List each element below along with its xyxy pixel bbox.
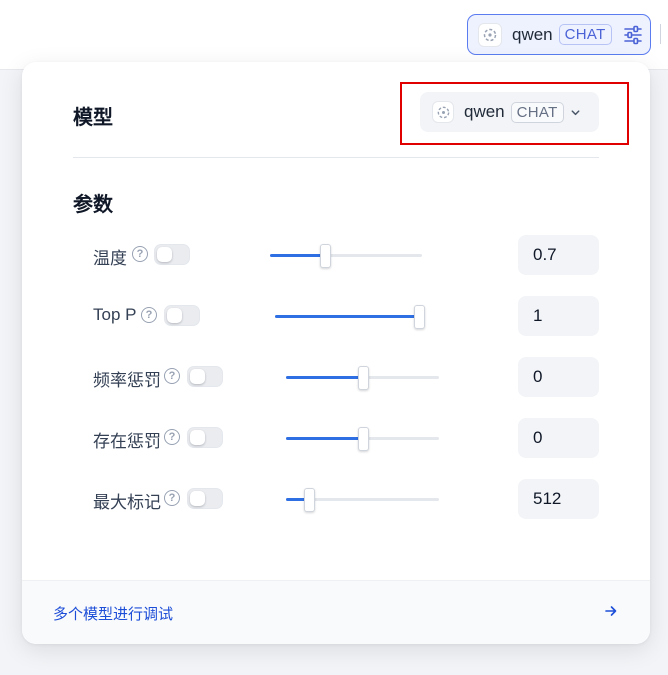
- sliders-icon: [623, 25, 643, 45]
- selected-model-tag: CHAT: [510, 101, 564, 123]
- param-label: 温度: [93, 249, 127, 268]
- help-icon[interactable]: ?: [141, 307, 157, 323]
- param-value-input[interactable]: 1: [518, 296, 599, 336]
- multi-model-debug-link[interactable]: 多个模型进行调试: [53, 603, 173, 624]
- top-divider: [660, 24, 661, 44]
- model-icon: [432, 101, 454, 123]
- param-slider[interactable]: [286, 488, 439, 512]
- slider-thumb[interactable]: [304, 488, 315, 512]
- slider-thumb[interactable]: [358, 366, 369, 390]
- param-slider[interactable]: [275, 305, 425, 329]
- param-row-temperature: 温度 ? 0.7: [22, 235, 650, 275]
- slider-thumb[interactable]: [414, 305, 425, 329]
- model-icon: [478, 22, 502, 47]
- param-row-top-p: Top P ? 1: [22, 296, 650, 336]
- param-row-frequency-penalty: 频率惩罚 ? 0: [22, 357, 650, 397]
- param-value-input[interactable]: 0: [518, 418, 599, 458]
- param-label: 存在惩罚: [93, 432, 161, 451]
- param-row-max-tokens: 最大标记 ? 512: [22, 479, 650, 519]
- help-icon[interactable]: ?: [132, 246, 148, 262]
- model-select[interactable]: qwen CHAT: [420, 92, 599, 132]
- param-slider[interactable]: [286, 366, 439, 390]
- param-label: Top P: [93, 305, 137, 324]
- selected-model-name: qwen: [464, 102, 505, 121]
- param-row-presence-penalty: 存在惩罚 ? 0: [22, 418, 650, 458]
- help-icon[interactable]: ?: [164, 368, 180, 384]
- header-model-name: qwen: [512, 24, 553, 44]
- help-icon[interactable]: ?: [164, 429, 180, 445]
- model-section-title: 模型: [73, 107, 113, 129]
- param-toggle[interactable]: [164, 305, 200, 326]
- help-icon[interactable]: ?: [164, 490, 180, 506]
- param-value-input[interactable]: 512: [518, 479, 599, 519]
- top-bar: qwen CHAT: [0, 0, 668, 70]
- param-toggle[interactable]: [187, 366, 223, 387]
- slider-thumb[interactable]: [320, 244, 331, 268]
- param-slider[interactable]: [270, 244, 422, 268]
- param-value-input[interactable]: 0.7: [518, 235, 599, 275]
- slider-thumb[interactable]: [358, 427, 369, 451]
- params-section-title: 参数: [73, 194, 113, 216]
- param-toggle[interactable]: [187, 488, 223, 509]
- model-settings-panel: 模型 qwen CHAT 参数 温度 ? 0.7 Top P ? 1 频率惩罚: [22, 62, 650, 644]
- section-divider: [73, 157, 599, 158]
- model-config-button[interactable]: qwen CHAT: [467, 14, 651, 55]
- chevron-down-icon: [570, 107, 581, 118]
- param-label: 频率惩罚: [93, 371, 161, 390]
- param-value-input[interactable]: 0: [518, 357, 599, 397]
- header-model-tag: CHAT: [558, 24, 612, 45]
- param-toggle[interactable]: [187, 427, 223, 448]
- panel-footer: 多个模型进行调试: [22, 580, 650, 644]
- param-slider[interactable]: [286, 427, 439, 451]
- param-toggle[interactable]: [154, 244, 190, 265]
- arrow-right-icon[interactable]: [604, 604, 618, 623]
- param-label: 最大标记: [93, 493, 161, 512]
